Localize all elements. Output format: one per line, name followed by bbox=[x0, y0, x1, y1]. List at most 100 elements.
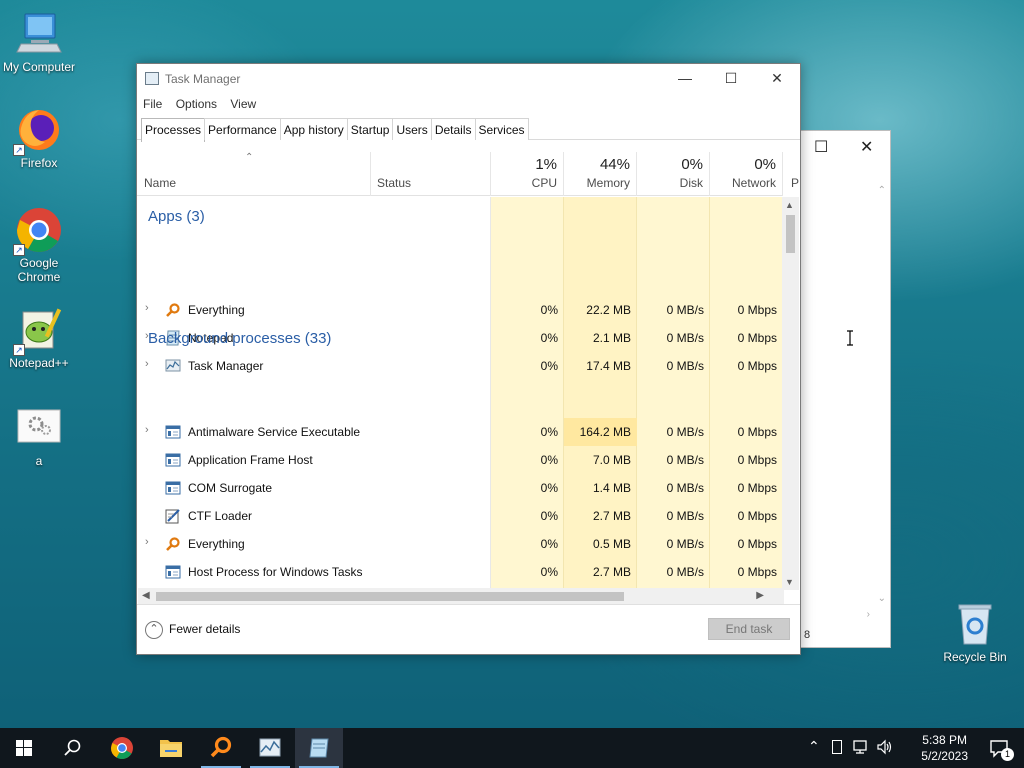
horizontal-scrollbar[interactable]: ◀ ▶ bbox=[138, 588, 784, 605]
process-cpu: 0% bbox=[540, 331, 558, 345]
process-cpu: 0% bbox=[540, 359, 558, 373]
tab-performance[interactable]: Performance bbox=[204, 118, 281, 140]
close-icon[interactable]: ✕ bbox=[860, 137, 873, 157]
column-header-row: ⌃ Name Status 1% CPU 44% Memory 0% Disk … bbox=[137, 152, 799, 196]
maximize-button[interactable]: ☐ bbox=[708, 64, 754, 94]
scroll-down-icon[interactable]: ⌄ bbox=[878, 593, 886, 604]
column-header-name[interactable]: Name bbox=[137, 152, 371, 196]
process-disk: 0 MB/s bbox=[666, 425, 704, 439]
fewer-details-button[interactable]: ⌃ Fewer details bbox=[145, 621, 240, 639]
taskbar-chrome[interactable] bbox=[98, 728, 146, 768]
task-manager-window[interactable]: Task Manager — ☐ ✕ File Options View Pro… bbox=[136, 63, 801, 655]
tablet-icon[interactable] bbox=[832, 740, 842, 754]
expand-chevron-icon[interactable]: › bbox=[145, 424, 149, 436]
scroll-left-icon[interactable]: ◀ bbox=[142, 590, 150, 601]
scroll-thumb[interactable] bbox=[156, 592, 624, 601]
tab-startup[interactable]: Startup bbox=[346, 118, 394, 140]
process-row[interactable]: › Everything 0% 22.2 MB 0 MB/s 0 Mbps bbox=[137, 296, 783, 324]
column-header-power[interactable]: P bbox=[783, 152, 803, 196]
taskbar-notepad[interactable] bbox=[295, 728, 343, 768]
search-button[interactable] bbox=[48, 728, 96, 768]
menu-file[interactable]: File bbox=[143, 94, 168, 111]
column-header-network[interactable]: 0% Network bbox=[710, 152, 783, 196]
background-window[interactable]: ☐ ✕ ⌃ ⌄ › 8 bbox=[795, 130, 891, 648]
process-network: 0 Mbps bbox=[737, 509, 777, 523]
process-row[interactable]: › Everything 0% 0.5 MB 0 MB/s 0 Mbps bbox=[137, 530, 783, 558]
process-name: CTF Loader bbox=[188, 509, 253, 523]
column-header-memory[interactable]: 44% Memory bbox=[564, 152, 637, 196]
task-manager-icon bbox=[259, 738, 281, 757]
column-header-cpu[interactable]: 1% CPU bbox=[491, 152, 564, 196]
process-name: Task Manager bbox=[188, 359, 264, 373]
taskbar-file-explorer[interactable] bbox=[147, 728, 195, 768]
scroll-thumb[interactable] bbox=[786, 215, 795, 253]
process-row[interactable]: CTF Loader 0% 2.7 MB 0 MB/s 0 Mbps bbox=[137, 502, 783, 530]
computer-icon bbox=[15, 10, 63, 58]
scroll-up-icon[interactable]: ⌃ bbox=[878, 185, 886, 196]
scroll-right-icon[interactable]: › bbox=[867, 609, 870, 620]
desktop-icon-firefox[interactable]: ↗ Firefox bbox=[1, 106, 77, 170]
process-network: 0 Mbps bbox=[737, 331, 777, 345]
desktop-icon-a[interactable]: a bbox=[1, 404, 77, 468]
process-disk: 0 MB/s bbox=[666, 331, 704, 345]
scroll-up-icon[interactable]: ▲ bbox=[785, 200, 794, 210]
process-disk: 0 MB/s bbox=[666, 481, 704, 495]
process-name: Everything bbox=[188, 303, 245, 317]
tab-app-history[interactable]: App history bbox=[279, 118, 348, 140]
process-memory: 17.4 MB bbox=[586, 359, 631, 373]
everything-icon bbox=[165, 536, 181, 552]
minimize-button[interactable]: — bbox=[662, 64, 708, 94]
action-center-button[interactable]: 1 bbox=[988, 737, 1014, 761]
maximize-icon[interactable]: ☐ bbox=[814, 137, 828, 157]
process-cpu: 0% bbox=[540, 303, 558, 317]
expand-chevron-icon[interactable]: › bbox=[145, 302, 149, 314]
process-memory: 1.4 MB bbox=[592, 481, 631, 495]
titlebar[interactable]: Task Manager — ☐ ✕ bbox=[137, 64, 800, 94]
column-header-status[interactable]: Status bbox=[371, 152, 491, 196]
clock[interactable]: 5:38 PM 5/2/2023 bbox=[921, 732, 968, 764]
desktop-icon-google-chrome[interactable]: ↗ Google Chrome bbox=[1, 206, 77, 284]
volume-icon[interactable] bbox=[876, 739, 894, 755]
background-window-content[interactable] bbox=[806, 181, 888, 607]
taskbar-everything[interactable] bbox=[197, 728, 245, 768]
desktop-icon-label: a bbox=[35, 454, 43, 468]
process-network: 0 Mbps bbox=[737, 453, 777, 467]
tab-strip: Processes Performance App history Startup Us… bbox=[137, 116, 800, 142]
tab-users[interactable]: Users bbox=[392, 118, 432, 140]
scroll-right-icon[interactable]: ▶ bbox=[756, 590, 764, 601]
taskbar-task-manager[interactable] bbox=[246, 728, 294, 768]
desktop-icon-recycle-bin[interactable]: Recycle Bin bbox=[937, 600, 1013, 664]
vertical-scrollbar[interactable]: ▲ ▼ bbox=[782, 197, 799, 590]
process-name: COM Surrogate bbox=[188, 481, 273, 495]
start-button[interactable] bbox=[0, 728, 48, 768]
process-row[interactable]: COM Surrogate 0% 1.4 MB 0 MB/s 0 Mbps bbox=[137, 474, 783, 502]
process-cpu: 0% bbox=[540, 565, 558, 579]
desktop-icon-notepad-plus-plus[interactable]: ↗ Notepad++ bbox=[1, 306, 77, 370]
process-disk: 0 MB/s bbox=[666, 509, 704, 523]
tab-services[interactable]: Services bbox=[474, 118, 529, 140]
process-disk: 0 MB/s bbox=[666, 359, 704, 373]
chrome-icon: ↗ bbox=[13, 206, 63, 256]
process-row[interactable]: › Antimalware Service Executable 0% 164.2 M… bbox=[137, 418, 783, 446]
desktop-icon-my-computer[interactable]: My Computer bbox=[1, 10, 77, 74]
close-button[interactable]: ✕ bbox=[754, 64, 800, 94]
process-list[interactable]: Apps (3) › Everything 0% 22.2 MB 0 MB/s 0 Mbp… bbox=[137, 197, 783, 590]
taskbar: ⌃ 5:38 PM 5/2/2023 1 bbox=[0, 728, 1024, 768]
tab-processes[interactable]: Processes bbox=[141, 118, 206, 142]
notepad-plus-plus-icon: ↗ bbox=[13, 306, 63, 356]
expand-chevron-icon[interactable]: › bbox=[145, 358, 149, 370]
process-name: Host Process for Windows Tasks bbox=[188, 565, 363, 579]
end-task-button[interactable]: End task bbox=[708, 618, 790, 640]
expand-chevron-icon[interactable]: › bbox=[145, 536, 149, 548]
clock-date: 5/2/2023 bbox=[921, 749, 968, 763]
column-header-disk[interactable]: 0% Disk bbox=[637, 152, 710, 196]
process-row[interactable]: Host Process for Windows Tasks 0% 2.7 MB 0 … bbox=[137, 558, 783, 586]
tab-details[interactable]: Details bbox=[430, 118, 476, 140]
menu-options[interactable]: Options bbox=[176, 94, 223, 111]
scroll-down-icon[interactable]: ▼ bbox=[785, 577, 794, 587]
process-row[interactable]: › Task Manager 0% 17.4 MB 0 MB/s 0 Mbps bbox=[137, 352, 783, 380]
show-hidden-icons-chevron-icon[interactable]: ⌃ bbox=[808, 738, 820, 755]
process-row[interactable]: Application Frame Host 0% 7.0 MB 0 MB/s 0 Mb… bbox=[137, 446, 783, 474]
network-icon[interactable] bbox=[852, 739, 870, 755]
menu-view[interactable]: View bbox=[230, 94, 262, 111]
